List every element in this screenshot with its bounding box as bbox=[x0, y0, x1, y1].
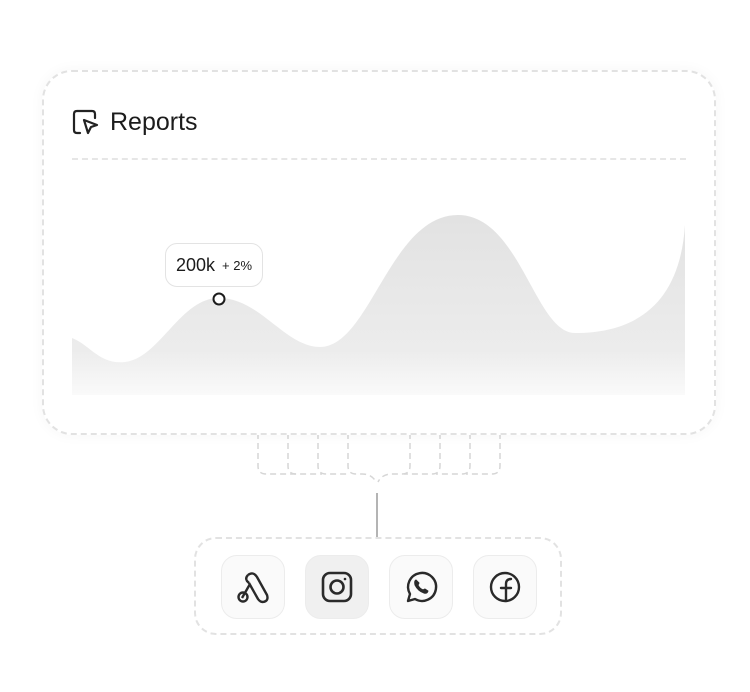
whatsapp-icon bbox=[406, 571, 438, 603]
instagram-icon bbox=[321, 571, 353, 603]
instagram-button[interactable] bbox=[305, 555, 369, 619]
google-ads-button[interactable] bbox=[221, 555, 285, 619]
tooltip-value: 200k bbox=[176, 254, 216, 275]
integrations-panel bbox=[194, 537, 562, 635]
highlight-point[interactable] bbox=[212, 292, 226, 306]
google-ads-icon bbox=[237, 572, 269, 604]
facebook-icon bbox=[489, 571, 521, 603]
area-series bbox=[72, 215, 685, 395]
facebook-button[interactable] bbox=[473, 555, 537, 619]
whatsapp-button[interactable] bbox=[389, 555, 453, 619]
tooltip-delta: + 2% bbox=[222, 257, 253, 273]
value-tooltip: 200k + 2% bbox=[165, 243, 264, 287]
